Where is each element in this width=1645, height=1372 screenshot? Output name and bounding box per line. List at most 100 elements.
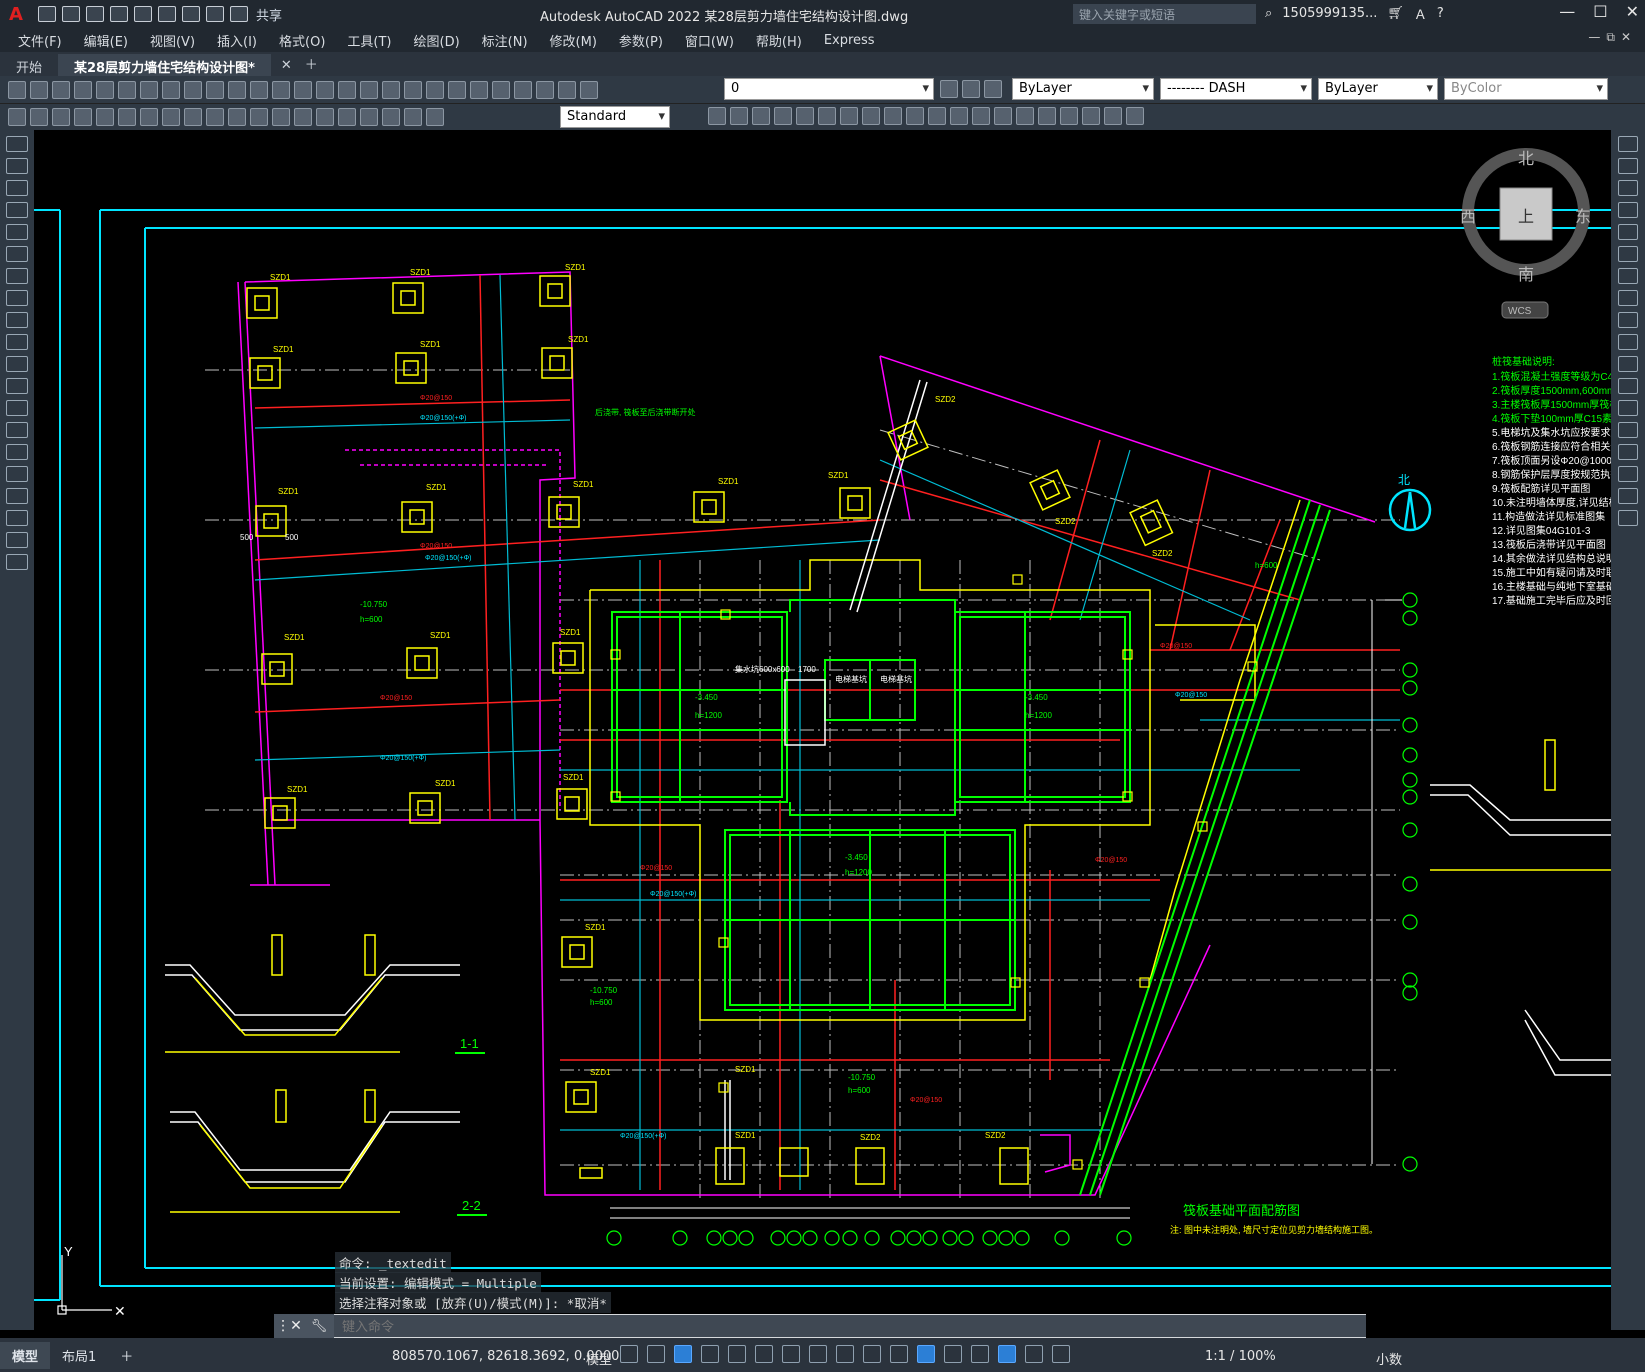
help-search-input[interactable]: 键入关键字或短语 <box>1073 4 1256 24</box>
new-file-icon[interactable] <box>38 6 56 22</box>
break-icon[interactable] <box>1618 400 1638 416</box>
menu-view[interactable]: 视图(V) <box>150 31 195 50</box>
search-icon[interactable]: ⌕ <box>1265 6 1272 21</box>
dim-radius-icon[interactable] <box>96 108 114 126</box>
object-snap-icon[interactable] <box>782 1345 800 1363</box>
add-layout-icon[interactable]: ＋ <box>108 1342 145 1369</box>
rotate-icon[interactable] <box>840 107 858 125</box>
insert-block-icon[interactable] <box>6 378 28 394</box>
sheet-set-icon[interactable] <box>448 80 466 99</box>
dim-continue-icon[interactable] <box>228 108 246 126</box>
multiline-text-icon[interactable] <box>6 532 28 548</box>
cart-icon[interactable]: 🛒︎ <box>1387 6 1404 21</box>
dim-angular-icon[interactable] <box>162 108 180 126</box>
menu-file[interactable]: 文件(F) <box>18 31 62 50</box>
stretch-icon[interactable] <box>884 107 902 125</box>
menu-parametric[interactable]: 参数(P) <box>619 31 663 50</box>
dim-diameter-icon[interactable] <box>140 108 158 126</box>
text-icon[interactable] <box>1082 107 1100 125</box>
3d-osnap-icon[interactable] <box>890 1345 908 1363</box>
lineweight-dropdown[interactable]: ByLayer <box>1318 78 1438 100</box>
offset-icon[interactable] <box>774 107 792 125</box>
annotation-scale-icon[interactable] <box>1052 1345 1070 1363</box>
erase-icon[interactable] <box>708 107 726 125</box>
undo-icon[interactable] <box>250 80 268 99</box>
tab-model[interactable]: 模型 <box>0 1341 51 1369</box>
polyline-icon[interactable] <box>6 180 28 196</box>
move-icon[interactable] <box>1618 246 1638 262</box>
make-current-layer-icon[interactable] <box>940 80 958 98</box>
layer-properties-icon[interactable] <box>984 80 1002 98</box>
line-icon[interactable] <box>6 136 28 152</box>
blend-icon[interactable] <box>1038 107 1056 125</box>
match-properties-icon[interactable] <box>228 80 246 99</box>
viewcube-east[interactable]: 东 <box>1575 208 1591 226</box>
dim-update-icon[interactable] <box>426 108 444 126</box>
design-center-icon[interactable] <box>404 80 422 99</box>
break-icon[interactable] <box>950 107 968 125</box>
zoom-window-icon[interactable] <box>338 80 356 99</box>
menu-insert[interactable]: 插入(I) <box>217 31 257 50</box>
center-mark-icon[interactable] <box>316 108 334 126</box>
explode-icon[interactable] <box>1060 107 1078 125</box>
dim-style-dropdown[interactable]: Standard <box>560 106 670 128</box>
dim-text-edit-icon[interactable] <box>404 108 422 126</box>
blend-curves-icon[interactable] <box>1618 488 1638 504</box>
minimize-icon[interactable]: — <box>1559 2 1575 21</box>
viewcube-top[interactable]: 上 <box>1518 208 1534 226</box>
customize-icon[interactable]: 🔧︎ <box>304 1314 334 1338</box>
save-icon[interactable] <box>86 6 104 22</box>
layer-bulb-icon[interactable] <box>536 80 554 99</box>
scale-icon[interactable] <box>1618 290 1638 306</box>
close-icon[interactable]: ✕ <box>1626 2 1639 21</box>
transparency-icon[interactable] <box>836 1345 854 1363</box>
spline-icon[interactable] <box>6 312 28 328</box>
fillet-icon[interactable] <box>1618 466 1638 482</box>
annotation-visibility-icon[interactable] <box>998 1345 1016 1363</box>
dim-linear-icon[interactable] <box>8 108 26 126</box>
maximize-icon[interactable]: ☐ <box>1593 2 1607 21</box>
open-icon[interactable] <box>30 80 48 99</box>
document-window-controls[interactable]: —⧉✕ <box>1588 30 1637 45</box>
tab-layout1[interactable]: 布局1 <box>50 1342 108 1369</box>
command-input[interactable] <box>334 1315 1366 1337</box>
region-icon[interactable] <box>6 488 28 504</box>
dim-edit-icon[interactable] <box>382 108 400 126</box>
menu-modify[interactable]: 修改(M) <box>550 31 597 50</box>
break-at-point-icon[interactable] <box>1618 378 1638 394</box>
drawing-area[interactable]: SZD1 SZD1 SZD1 SZD1 SZD1 SZD1 SZD1 SZD1 SZD1 S… <box>34 130 1611 1330</box>
color-dropdown[interactable]: ByLayer <box>1012 78 1154 100</box>
dynamic-ucs-icon[interactable] <box>917 1345 935 1363</box>
gizmo-icon[interactable] <box>971 1345 989 1363</box>
menu-express[interactable]: Express <box>824 33 875 48</box>
publish-icon[interactable] <box>118 80 136 99</box>
dim-arc-icon[interactable] <box>52 108 70 126</box>
user-account[interactable]: 1505999135... <box>1282 6 1377 21</box>
grid-icon[interactable] <box>620 1345 638 1363</box>
scale-icon[interactable] <box>862 107 880 125</box>
chamfer-icon[interactable] <box>994 107 1012 125</box>
dim-space-icon[interactable] <box>250 108 268 126</box>
undo-icon[interactable] <box>206 6 224 22</box>
viewcube-north[interactable]: 北 <box>1518 150 1534 168</box>
model-space-button[interactable]: 模型 <box>586 1349 612 1368</box>
viewcube-west[interactable]: 西 <box>1460 209 1476 226</box>
pan-icon[interactable] <box>294 80 312 99</box>
open-file-icon[interactable] <box>62 6 80 22</box>
ellipse-arc-icon[interactable] <box>6 356 28 372</box>
construction-line-icon[interactable] <box>6 158 28 174</box>
auto-scale-icon[interactable] <box>1025 1345 1043 1363</box>
isodraft-icon[interactable] <box>728 1345 746 1363</box>
polygon-icon[interactable] <box>6 202 28 218</box>
object-snap-tracking-icon[interactable] <box>755 1345 773 1363</box>
markup-icon[interactable] <box>470 80 488 99</box>
autocad-logo-icon[interactable]: A <box>0 0 32 28</box>
redo-icon[interactable] <box>272 80 290 99</box>
snap-icon[interactable] <box>647 1345 665 1363</box>
copy-icon[interactable] <box>1618 158 1638 174</box>
redo-icon[interactable] <box>230 6 248 22</box>
layer-previous-icon[interactable] <box>962 80 980 98</box>
rotate-icon[interactable] <box>1618 268 1638 284</box>
linetype-dropdown[interactable]: -------- DASH <box>1160 78 1312 100</box>
circle-icon[interactable] <box>6 268 28 284</box>
